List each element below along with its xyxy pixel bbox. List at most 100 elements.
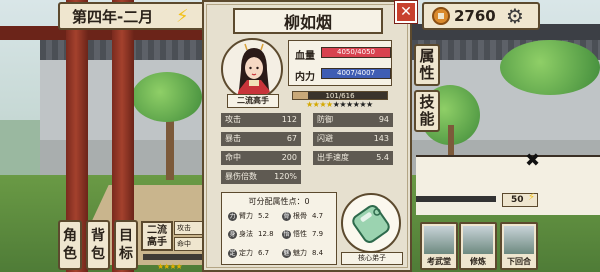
next-turn-image [504,226,534,254]
stat-dodge: 闪避 143 [313,132,393,146]
inventory-label-1: 背 [91,228,105,244]
charm-icon: 魅 [282,248,291,258]
star-filled-icon: ★ [306,100,313,109]
close-icon: ✕ [400,4,412,20]
mp-label: 内力 [295,72,315,83]
stat-label: 暴伤倍数 [225,172,257,181]
core-disciple-token[interactable] [341,193,401,253]
character-rank: 二流高手 [227,94,279,108]
character-menu-label-2: 色 [63,246,77,262]
attribute-value: 4.7 [312,212,324,220]
stat-value: 67 [286,134,297,143]
far-right-tree [500,40,600,95]
stat-speed: 出手速度 5.4 [313,151,393,165]
action-button-martial-hall[interactable]: 考武堂 [420,222,458,270]
attribute-label: 悟性 [293,230,307,238]
attribute-value: 5.2 [258,212,270,220]
vitals-box: 血量 4050/4050 内力 4007/4007 [288,40,392,86]
stat-label: 命中 [225,153,241,162]
attribute-points-box: 可分配属性点：0 力 臂力 5.2 骨 根骨 4.7 身 身法 12.8 悟 悟… [221,192,337,265]
gold-amount: 2760 [454,7,496,25]
character-name: 柳如烟 [233,8,383,34]
star-empty-icon: ★ [366,100,373,109]
action-button-next-turn[interactable]: 下回合 [500,222,538,270]
stat-value: 94 [378,115,389,124]
player-rank-badge[interactable]: 二流 高手 [141,221,173,251]
stat-value: 143 [373,134,389,143]
stat-crit: 暴击 67 [221,132,301,146]
action-label: 考武堂 [427,257,451,266]
inventory-button[interactable]: 背 包 [86,220,110,270]
goals-label-2: 标 [119,246,133,262]
attribute-constitution[interactable]: 骨 根骨 4.7 [282,211,323,221]
attribute-value: 7.9 [312,230,324,238]
close-button[interactable]: ✕ [394,0,418,24]
hp-label: 血量 [295,51,315,62]
agility-icon: 身 [228,229,237,239]
player-rank-line-1: 二流 [147,225,167,236]
tab-attributes-label-1: 属 [419,47,435,65]
star-filled-icon: ★ [326,100,333,109]
dialog-progress-bar [416,196,496,202]
action-label: 下回合 [507,257,531,266]
gear-icon[interactable]: ⚙ [506,4,524,28]
attribute-charm[interactable]: 魅 魅力 8.4 [282,248,323,258]
stat-label: 暴击 [225,134,241,143]
attribute-label: 定力 [239,249,253,257]
foreground-tree [132,72,202,122]
tab-skills-label-1: 技 [419,93,435,111]
lightning-icon: ⚡ [528,192,536,203]
exp-value: 101/616 [325,92,355,100]
attribute-label: 根骨 [293,212,307,220]
attribute-label: 身法 [239,230,253,238]
stat-attack: 攻击 112 [221,113,301,127]
stat-label: 防御 [317,115,333,124]
tab-skills-label-2: 能 [419,110,435,128]
action-button-train[interactable]: 修炼 [459,222,497,270]
core-disciple-label: 核心弟子 [341,252,403,265]
hud-stars: ★★★★ [157,262,183,271]
tab-attributes[interactable]: 属 性 [414,44,440,86]
stat-hit: 命中 200 [221,151,301,165]
mp-bar: 4007/4007 [321,68,391,79]
close-icon[interactable]: ✖ [525,150,540,171]
tab-skills[interactable]: 技 能 [414,90,440,132]
attribute-value: 6.7 [258,249,270,257]
star-empty-icon: ★ [346,100,353,109]
attribute-label: 魅力 [293,249,307,257]
hud-attack-label: 攻击 [174,221,204,235]
focus-icon: 定 [228,248,237,258]
stat-value: 5.4 [376,153,389,162]
exp-bar: 101/616 [292,91,388,100]
hp-bar: 4050/4050 [321,47,391,58]
stat-value: 120% [274,172,297,181]
stat-value: 200 [281,153,297,162]
goals-button[interactable]: 目 标 [114,220,138,270]
attribute-strength[interactable]: 力 臂力 5.2 [228,211,269,221]
attribute-value: 8.4 [312,249,324,257]
character-menu-button[interactable]: 角 色 [58,220,82,270]
martial-hall-image [424,226,454,254]
star-filled-icon: ★ [319,100,327,109]
character-menu-label-1: 角 [63,228,77,244]
comprehension-icon: 悟 [282,229,291,239]
inventory-label-2: 包 [91,246,105,262]
attribute-label: 臂力 [239,212,253,220]
attribute-comprehension[interactable]: 悟 悟性 7.9 [282,229,323,239]
coin-icon [432,7,450,25]
stat-crit-damage: 暴伤倍数 120% [221,170,301,184]
tab-attributes-label-2: 性 [419,64,435,82]
constitution-icon: 骨 [282,211,291,221]
stat-label: 闪避 [317,134,333,143]
hud-hit-label: 命中 [174,237,204,251]
attribute-focus[interactable]: 定 定力 6.7 [228,248,269,258]
attribute-agility[interactable]: 身 身法 12.8 [228,229,274,239]
goals-label-1: 目 [119,228,133,244]
stat-defense: 防御 94 [313,113,393,127]
lightning-icon: ⚡ [176,6,189,27]
train-image [463,226,493,254]
hud-exp-bar [143,254,203,260]
strength-icon: 力 [228,211,237,221]
stat-value: 112 [281,115,297,124]
stat-label: 出手速度 [317,153,349,162]
